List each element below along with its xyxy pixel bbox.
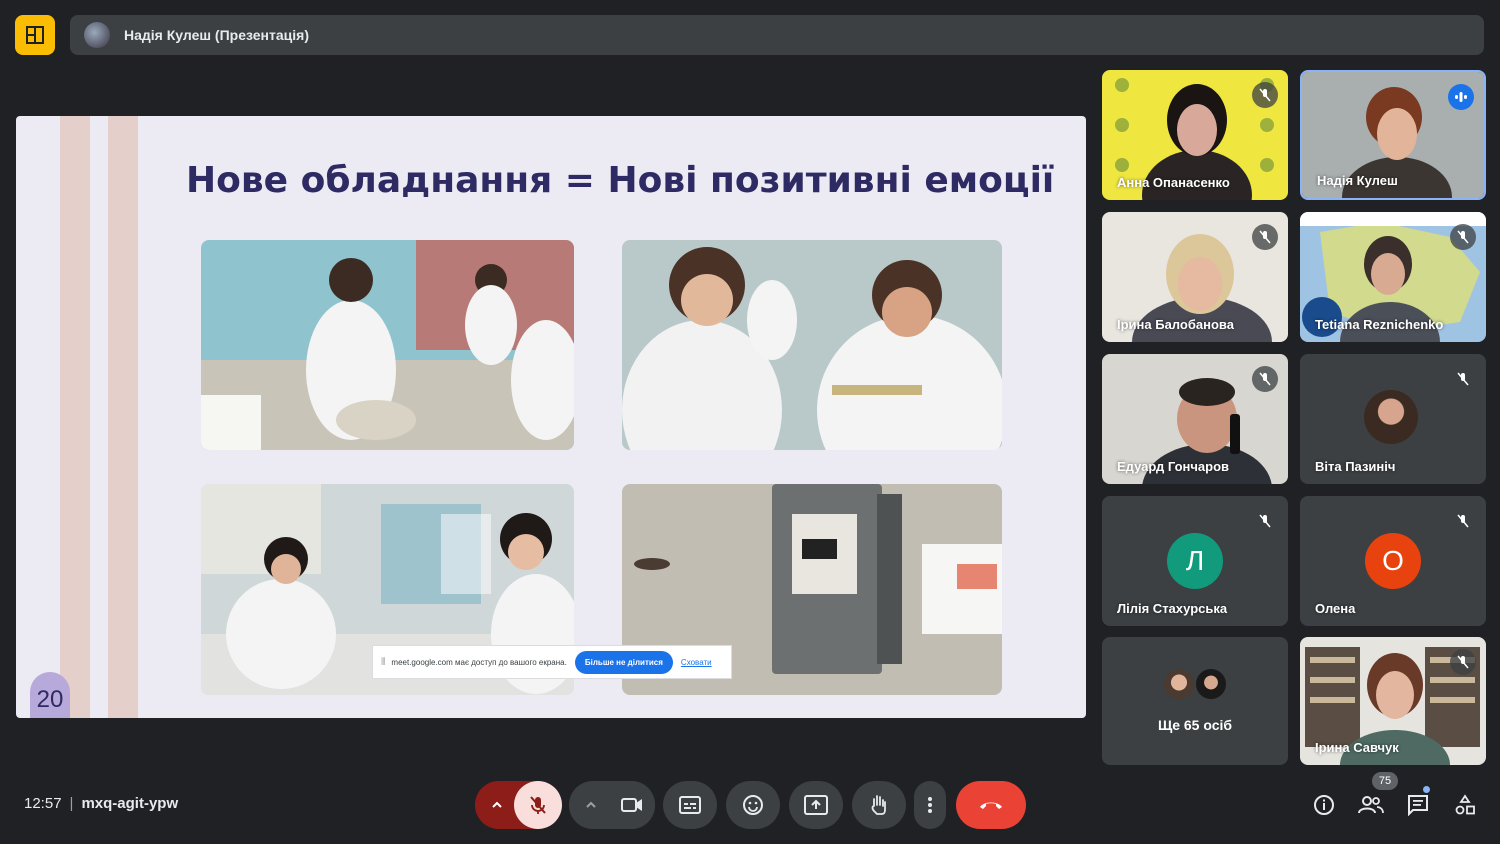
participant-name: Tetiana Reznichenko [1315, 317, 1444, 332]
participant-name: Ірина Савчук [1315, 740, 1399, 755]
participant-tile[interactable]: Віта Пазиніч [1300, 354, 1486, 484]
captions-icon [679, 796, 701, 814]
drag-handle-icon[interactable]: ⦀ [381, 657, 385, 668]
people-count-badge: 75 [1372, 772, 1398, 790]
leave-call-button[interactable] [956, 781, 1026, 829]
participant-tile-active-speaker[interactable]: Надія Кулеш [1300, 70, 1486, 200]
participant-tile[interactable]: Анна Опанасенко [1102, 70, 1288, 200]
reactions-button[interactable] [726, 781, 780, 829]
chat-button[interactable] [1403, 790, 1433, 820]
participant-tile[interactable]: Ірина Балобанова [1102, 212, 1288, 342]
meeting-details-button[interactable] [1309, 790, 1339, 820]
camera-options-button[interactable] [569, 781, 613, 829]
share-notice-text: meet.google.com має доступ до вашого екр… [391, 657, 567, 667]
more-participants-tile[interactable]: Ще 65 осіб [1102, 637, 1288, 765]
slide-title: Нове обладнання = Нові позитивні емоції [186, 160, 1055, 201]
speaking-indicator-icon [1448, 84, 1474, 110]
avatar-initial: О [1365, 533, 1421, 589]
info-icon [1314, 795, 1334, 815]
mic-off-icon [1252, 82, 1278, 108]
participant-name: Анна Опанасенко [1117, 175, 1230, 190]
participant-name: Надія Кулеш [1317, 173, 1398, 188]
more-options-button[interactable] [914, 781, 946, 829]
chevron-up-icon [586, 801, 596, 808]
mic-off-icon [1450, 649, 1476, 675]
captions-button[interactable] [663, 781, 717, 829]
participant-name: Ірина Балобанова [1117, 317, 1234, 332]
end-call-icon [980, 802, 1002, 809]
participant-name: Віта Пазиніч [1315, 459, 1396, 474]
avatar-initial: Л [1167, 533, 1223, 589]
slide-page-number: 20 [30, 672, 70, 718]
avatar [1162, 667, 1196, 701]
mic-off-icon [1252, 508, 1278, 534]
presentation-slide: Нове обладнання = Нові позитивні емоції [16, 116, 1086, 718]
screen-share-notice: ⦀ meet.google.com має доступ до вашого е… [372, 645, 732, 679]
people-button[interactable] [1356, 790, 1386, 820]
presenter-banner-label: Надія Кулеш (Презентація) [124, 27, 309, 43]
mic-toggle-button[interactable] [514, 781, 562, 829]
clock: 12:57 [24, 795, 62, 812]
participant-tile[interactable]: О Олена [1300, 496, 1486, 626]
chat-icon [1408, 795, 1428, 816]
slide-photo-lab-2 [622, 240, 1002, 450]
participant-tile[interactable]: Tetiana Reznichenko [1300, 212, 1486, 342]
more-icon [928, 797, 932, 813]
mic-off-icon [530, 796, 546, 814]
people-icon [1358, 796, 1384, 814]
emoji-icon [743, 795, 763, 815]
mic-off-icon [1252, 366, 1278, 392]
top-bar: Надія Кулеш (Презентація) [0, 0, 1500, 70]
mic-off-icon [1450, 224, 1476, 250]
mic-off-icon [1450, 366, 1476, 392]
meeting-code[interactable]: mxq-agit-ypw [81, 795, 178, 812]
participant-name: Лілія Стахурська [1117, 601, 1228, 616]
presenter-avatar [84, 22, 110, 48]
meet-layout-icon[interactable] [15, 15, 55, 55]
slide-photo-lab-1 [201, 240, 574, 450]
stop-sharing-button[interactable]: Більше не ділитися [574, 650, 673, 674]
participant-name: Олена [1315, 601, 1356, 616]
participant-name: Едуард Гончаров [1117, 459, 1230, 474]
participant-tile[interactable]: Едуард Гончаров [1102, 354, 1288, 484]
participant-tile[interactable]: Ірина Савчук [1300, 637, 1486, 765]
present-icon [804, 795, 828, 815]
mic-off-icon [1252, 224, 1278, 250]
slide-stripe [108, 116, 138, 718]
camera-icon [620, 798, 642, 812]
activities-button[interactable] [1450, 790, 1480, 820]
avatar [1194, 667, 1228, 701]
present-now-button[interactable] [789, 781, 843, 829]
chat-notification-dot [1423, 786, 1430, 793]
camera-toggle-button[interactable] [608, 781, 655, 829]
more-participants-label: Ще 65 осіб [1157, 717, 1233, 733]
hide-notice-link[interactable]: Сховати [681, 658, 712, 667]
activities-icon [1455, 794, 1475, 815]
meeting-info: 12:57 | mxq-agit-ypw [24, 795, 178, 812]
presenter-banner[interactable]: Надія Кулеш (Презентація) [70, 15, 1484, 55]
chevron-up-icon [492, 801, 502, 808]
avatar [1364, 390, 1418, 444]
raise-hand-icon [871, 795, 886, 815]
mic-off-icon [1450, 508, 1476, 534]
mic-options-button[interactable] [475, 781, 519, 829]
slide-stripe [60, 116, 90, 718]
separator: | [69, 795, 74, 812]
participant-tile[interactable]: Л Лілія Стахурська [1102, 496, 1288, 626]
raise-hand-button[interactable] [852, 781, 906, 829]
